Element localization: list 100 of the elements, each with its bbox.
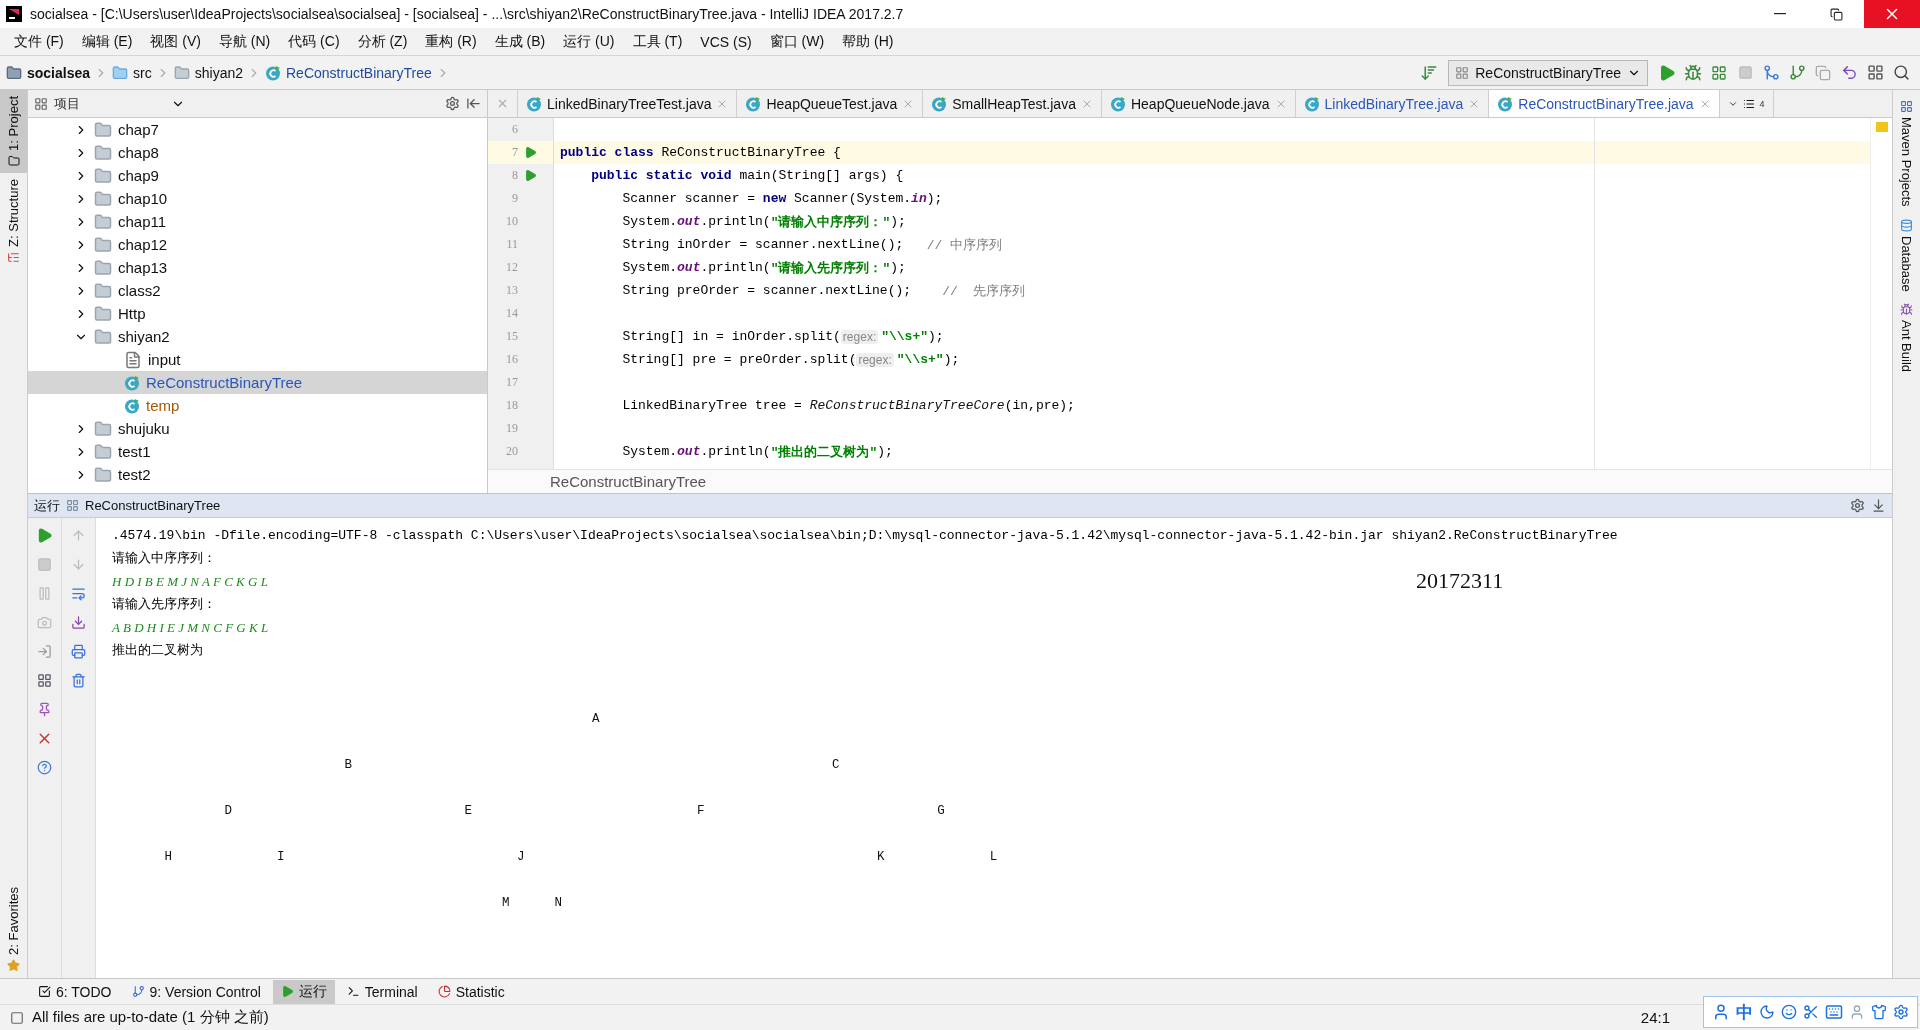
tool-window-tab[interactable]: 运行 xyxy=(272,979,335,1004)
collapse-icon[interactable] xyxy=(466,96,481,111)
status-message: All files are up-to-date (1 分钟 之前) xyxy=(32,1008,269,1027)
code-line: LinkedBinaryTree tree = ReConstructBinaryTreeCore(in,pre); xyxy=(621,397,1076,415)
menu-item[interactable]: VCS (S) xyxy=(692,33,760,50)
tree-item[interactable]: shujuku xyxy=(28,417,487,440)
menu-item[interactable]: 重构 (R) xyxy=(417,32,485,51)
tool-window-tab[interactable]: Maven Projects xyxy=(1893,94,1920,213)
class-icon xyxy=(931,95,948,112)
tool-window-tab[interactable]: Z: Structure xyxy=(0,172,27,270)
tree-item[interactable]: chap12 xyxy=(28,233,487,256)
menu-item[interactable]: 工具 (T) xyxy=(624,32,691,51)
structure-icon xyxy=(7,250,20,264)
folder-icon xyxy=(112,64,129,81)
window-title: socialsea - [C:\Users\user\IdeaProjects\socialsea\socialsea] - [socialsea] - ...\src\shiyan2\ReConstructBinaryTree.java - IntelliJ IDEA 2017.2.7 xyxy=(30,6,905,22)
tool-window-tab[interactable]: Terminal xyxy=(338,979,426,1004)
tool-window-tab[interactable]: Statistic xyxy=(429,979,513,1004)
panel-title: 运行 xyxy=(34,496,60,515)
settings-icon[interactable] xyxy=(1850,498,1865,513)
ime-toolbar[interactable]: 中 xyxy=(1703,996,1918,1028)
console-line: A B D H I E J M N C F G K L xyxy=(112,619,269,637)
tree-item[interactable]: chap11 xyxy=(28,210,487,233)
class-icon xyxy=(124,397,140,414)
restore-icon xyxy=(1829,7,1843,21)
line-number: 6 xyxy=(511,122,518,137)
menu-item[interactable]: 窗口 (W) xyxy=(761,32,833,51)
menu-item[interactable]: 视图 (V) xyxy=(142,32,209,51)
editor-tab[interactable]: HeapQueueTest.java xyxy=(737,90,924,117)
close-icon[interactable] xyxy=(496,97,509,110)
tree-item[interactable]: chap13 xyxy=(28,256,487,279)
folder-icon xyxy=(94,327,112,346)
tree-item[interactable]: class2 xyxy=(28,279,487,302)
breadcrumb[interactable]: socialsea xyxy=(6,64,91,81)
tree-item[interactable]: Http xyxy=(28,302,487,325)
folder-icon xyxy=(94,235,112,254)
editor-tab[interactable]: SmallHeapTest.java xyxy=(923,90,1102,117)
tree-item[interactable]: temp xyxy=(28,394,487,417)
console-line: H I J K L xyxy=(163,849,998,866)
breadcrumb[interactable]: ReConstructBinaryTree xyxy=(265,64,432,81)
tab-list-button[interactable]: 4 xyxy=(1719,90,1774,117)
editor-tab[interactable]: HeapQueueNode.java xyxy=(1101,90,1296,117)
tree-item[interactable]: test1 xyxy=(28,440,487,463)
menu-item[interactable]: 运行 (U) xyxy=(555,32,623,51)
console-line: 推出的二叉树为 xyxy=(112,642,203,660)
menu-item[interactable]: 文件 (F) xyxy=(6,32,72,51)
folder-icon xyxy=(173,64,190,81)
code-breadcrumb[interactable]: ReConstructBinaryTree xyxy=(550,473,707,490)
star-icon xyxy=(7,959,20,972)
editor-tab[interactable]: ReConstructBinaryTree.java xyxy=(1489,90,1720,117)
menu-item[interactable]: 生成 (B) xyxy=(486,32,554,51)
class-icon xyxy=(745,95,762,112)
folder-icon xyxy=(94,304,112,323)
tool-window-tab[interactable]: Ant Build xyxy=(1893,297,1920,379)
minimize-icon xyxy=(1774,13,1786,15)
breadcrumb[interactable]: src xyxy=(112,64,152,81)
menu-item[interactable]: 帮助 (H) xyxy=(834,32,902,51)
folder-icon xyxy=(94,281,112,300)
menu-item[interactable]: 代码 (C) xyxy=(280,32,348,51)
menu-item[interactable]: 编辑 (E) xyxy=(73,32,141,51)
tool-window-tab[interactable]: 9: Version Control xyxy=(123,979,269,1004)
close-button[interactable] xyxy=(1864,0,1920,28)
tool-window-tab[interactable]: Database xyxy=(1893,212,1920,298)
tree-item[interactable]: chap10 xyxy=(28,187,487,210)
console-line: 请输入先序序列： xyxy=(112,596,216,614)
tree-item[interactable]: ReConstructBinaryTree xyxy=(28,371,487,394)
hide-icon[interactable] xyxy=(1871,498,1886,513)
menu-item[interactable]: 分析 (Z) xyxy=(349,32,416,51)
line-number: 10 xyxy=(505,214,518,229)
console-line: D E F G xyxy=(223,803,945,820)
tool-window-tab[interactable]: 1: Project xyxy=(0,90,27,173)
line-number: 18 xyxy=(505,398,518,413)
tree-item[interactable]: chap8 xyxy=(28,141,487,164)
tree-item[interactable]: shiyan2 xyxy=(28,325,487,348)
console-line: A xyxy=(591,711,600,728)
run-config-dropdown[interactable]: ReConstructBinaryTree xyxy=(1448,59,1648,86)
console-line: H D I B E M J N A F C K G L xyxy=(112,573,268,591)
breadcrumb[interactable]: shiyan2 xyxy=(173,64,243,81)
run-config-name: ReConstructBinaryTree xyxy=(85,498,221,513)
status-icon xyxy=(10,1010,24,1025)
code-line: String inOrder = scanner.nextLine(); // 中序序列 xyxy=(621,236,1004,255)
folder-icon xyxy=(94,465,112,484)
editor-tab[interactable]: LinkedBinaryTreeTest.java xyxy=(518,90,738,117)
folder-icon xyxy=(94,189,112,208)
bug-icon xyxy=(1900,303,1913,317)
tree-item[interactable]: chap9 xyxy=(28,164,487,187)
tree-item[interactable]: test2 xyxy=(28,463,487,486)
settings-icon[interactable] xyxy=(445,96,460,111)
console-line: 请输入中序序列： xyxy=(112,550,216,568)
code-line: String[] pre = preOrder.split(regex: "\\s+"); xyxy=(621,351,961,369)
class-icon xyxy=(124,374,140,391)
caret-position[interactable]: 24:1 xyxy=(1640,1009,1670,1026)
tree-item[interactable]: input xyxy=(28,348,487,371)
tool-window-tab[interactable]: 6: TODO xyxy=(30,979,120,1004)
run-gutter-icon[interactable] xyxy=(523,169,537,182)
line-number: 16 xyxy=(505,352,518,367)
tree-item[interactable]: chap7 xyxy=(28,118,487,141)
line-number: 13 xyxy=(505,283,518,298)
tool-window-tab[interactable]: 2: Favorites xyxy=(0,881,27,978)
menu-item[interactable]: 导航 (N) xyxy=(210,32,279,51)
run-gutter-icon[interactable] xyxy=(523,146,537,159)
